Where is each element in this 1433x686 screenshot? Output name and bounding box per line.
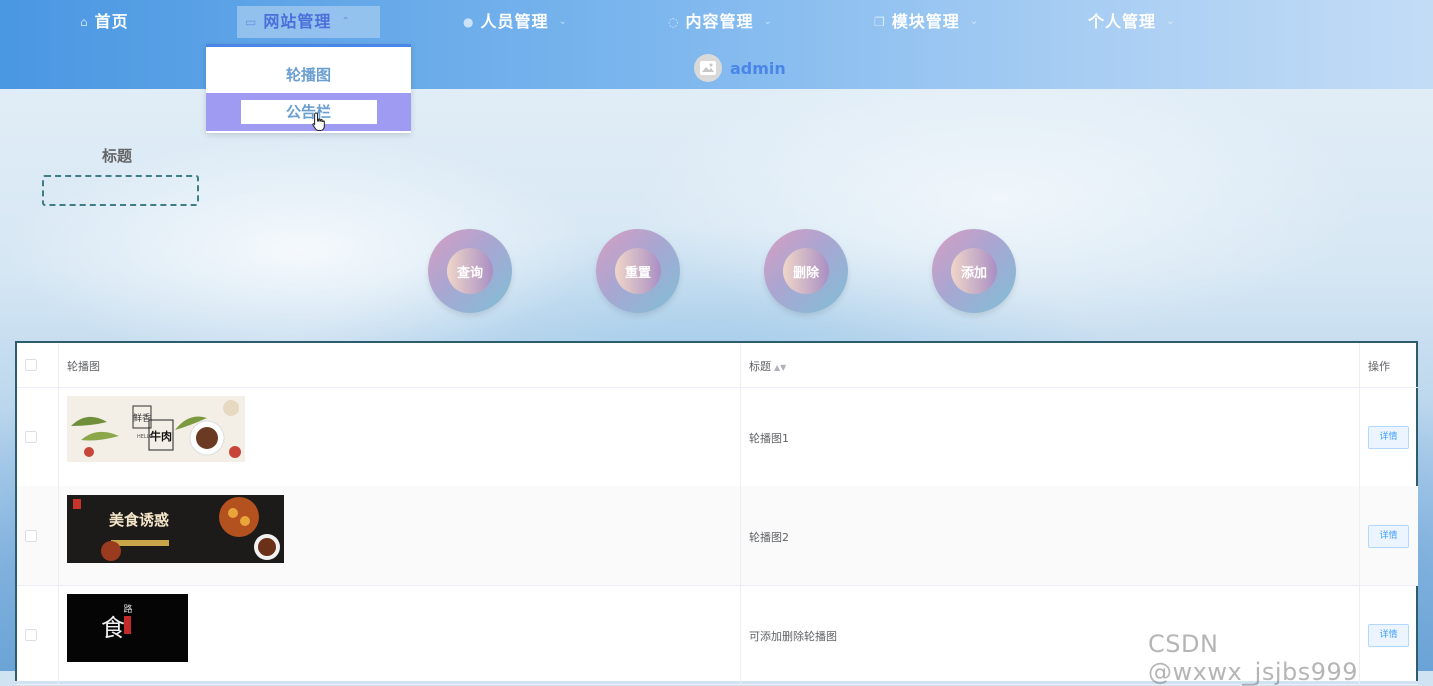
add-button-label: 添加 [951, 248, 997, 294]
add-button[interactable]: 添加 [932, 229, 1016, 313]
user-menu[interactable]: admin [694, 54, 786, 82]
username: admin [730, 58, 786, 78]
image-placeholder-icon [700, 61, 716, 75]
row-checkbox-cell [17, 486, 59, 585]
home-icon: ⌂ [80, 15, 89, 29]
delete-button[interactable]: 删除 [764, 229, 848, 313]
row-checkbox[interactable] [25, 629, 37, 641]
actions-cell: 详情 [1360, 387, 1418, 486]
dropdown-item-notice-board[interactable]: 公告栏 [206, 93, 411, 131]
carousel-image-cell: 食 路 [59, 585, 741, 684]
table-row: 鲜香 HELLO 牛肉 轮播图1 详情 [17, 387, 1418, 487]
chevron-down-icon: ⌄ [1166, 16, 1176, 27]
chevron-down-icon: ⌄ [969, 16, 980, 27]
header-checkbox-cell [17, 343, 59, 387]
row-checkbox-cell [17, 387, 59, 486]
monitor-icon: ▭ [245, 15, 258, 29]
sort-icon[interactable]: ▲▼ [774, 363, 786, 372]
row-checkbox-cell [17, 585, 59, 684]
chevron-down-icon: ⌄ [558, 16, 568, 27]
query-button[interactable]: 查询 [428, 229, 512, 313]
nav-item-site-management[interactable]: ▭ 网站管理 ⌃ [237, 6, 380, 38]
column-header-wrap: 标题 ▲▼ [749, 358, 786, 374]
nav-item-module-management[interactable]: ❐ 模块管理 ⌄ [866, 6, 987, 38]
actions-cell: 详情 [1360, 486, 1418, 585]
row-checkbox[interactable] [25, 431, 37, 443]
carousel-image-cell: 美食诱惑 [59, 486, 741, 585]
row-title: 可添加删除轮播图 [749, 630, 837, 643]
reset-button[interactable]: 重置 [596, 229, 680, 313]
title-search-input[interactable] [42, 175, 199, 206]
nav-item-content-management[interactable]: ◌ 内容管理 ⌄ [660, 6, 781, 38]
watermark: CSDN @wxwx_jsjbs999 [1148, 630, 1359, 686]
image-text: 食 [101, 614, 125, 642]
header-cell-title[interactable]: 标题 ▲▼ [741, 343, 1360, 387]
dropdown-item-label: 公告栏 [240, 100, 377, 124]
header-cell-actions: 操作 [1360, 343, 1418, 387]
nav-item-label: 网站管理 [263, 12, 332, 31]
carousel-image-food-temptation: 美食诱惑 [67, 495, 284, 563]
nav-item-label: 人员管理 [480, 12, 549, 31]
chevron-up-icon: ⌃ [341, 16, 351, 27]
reset-button-label: 重置 [615, 248, 661, 294]
detail-button[interactable]: 详情 [1368, 525, 1409, 548]
message-icon: ◌ [668, 15, 680, 29]
image-text: 路 [123, 603, 132, 615]
table-row: 美食诱惑 轮播图2 详情 [17, 486, 1418, 586]
dropdown-item-carousel[interactable]: 轮播图 [206, 56, 411, 94]
carousel-image-food-road: 食 路 [67, 594, 188, 662]
delete-button-label: 删除 [783, 248, 829, 294]
select-all-checkbox[interactable] [25, 359, 37, 371]
image-text: 美食诱惑 [109, 511, 169, 529]
image-text: 鲜香 [133, 412, 151, 424]
nav-item-label: 内容管理 [685, 12, 754, 31]
row-checkbox[interactable] [25, 530, 37, 542]
column-header: 操作 [1368, 360, 1390, 373]
row-title: 轮播图2 [749, 531, 789, 544]
image-text: 牛肉 [150, 429, 172, 443]
nav-item-label: 模块管理 [891, 12, 960, 31]
hand-cursor-icon [312, 112, 325, 131]
title-cell: 轮播图1 [741, 387, 1360, 486]
column-header: 标题 [749, 360, 771, 373]
query-button-label: 查询 [447, 248, 493, 294]
nav-item-label: 个人管理 [1088, 12, 1157, 31]
copy-icon: ❐ [874, 15, 886, 29]
column-header: 轮播图 [67, 360, 100, 373]
carousel-image-cell: 鲜香 HELLO 牛肉 [59, 387, 741, 486]
detail-button[interactable]: 详情 [1368, 426, 1409, 449]
nav-item-personnel-management[interactable]: ● 人员管理 ⌄ [455, 6, 576, 38]
title-cell: 轮播图2 [741, 486, 1360, 585]
nav-item-label: 首页 [94, 12, 129, 31]
row-title: 轮播图1 [749, 432, 789, 445]
table-header-row: 轮播图 标题 ▲▼ 操作 [17, 343, 1418, 388]
chevron-down-icon: ⌄ [763, 16, 773, 27]
carousel-image-beef: 鲜香 HELLO 牛肉 [67, 396, 245, 462]
nav-item-home[interactable]: ⌂ 首页 [72, 6, 137, 38]
nav-item-personal-management[interactable]: 个人管理 ⌄ [1080, 6, 1183, 38]
search-title-label: 标题 [102, 147, 133, 165]
user-icon: ● [463, 15, 475, 29]
header-cell-carousel: 轮播图 [59, 343, 741, 387]
avatar [694, 54, 722, 82]
site-management-dropdown: 轮播图 公告栏 [206, 44, 411, 133]
